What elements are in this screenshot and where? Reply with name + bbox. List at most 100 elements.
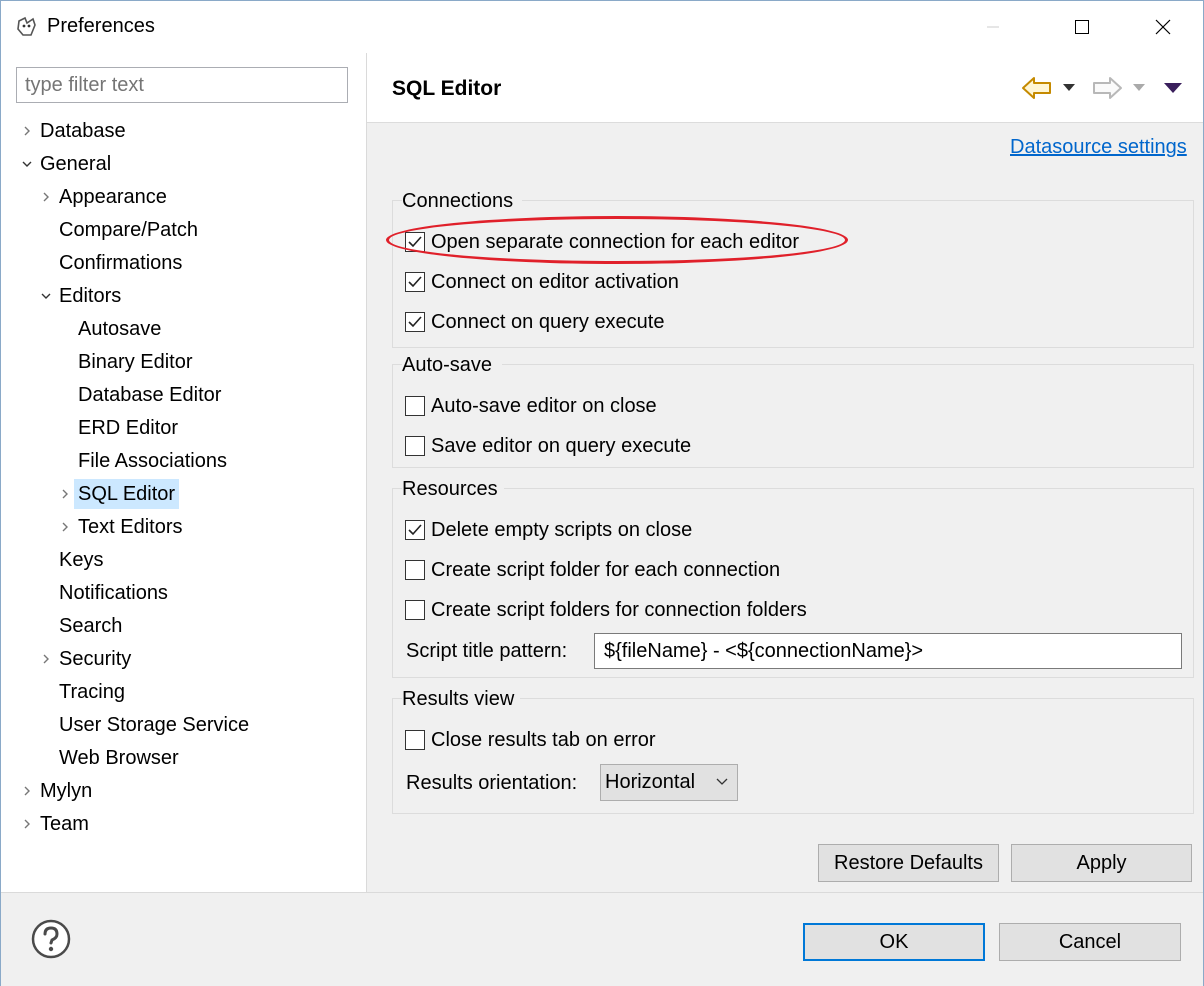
tree-item[interactable]: Search — [55, 611, 126, 641]
help-icon[interactable] — [31, 919, 71, 959]
chevron-right-icon[interactable] — [58, 512, 72, 542]
chevron-right-icon[interactable] — [39, 644, 53, 674]
checkbox-option[interactable]: Create script folder for each connection — [405, 555, 780, 585]
back-history-dropdown[interactable] — [1059, 71, 1079, 105]
tree-item-label: Editors — [59, 285, 122, 307]
close-button[interactable] — [1133, 1, 1193, 53]
tree-item-label: Appearance — [59, 186, 167, 208]
checkbox-option[interactable]: Connect on query execute — [405, 307, 665, 337]
tree-item[interactable]: ERD Editor — [74, 413, 182, 443]
results-view-group-title: Results view — [402, 688, 521, 711]
autosave-group-title: Auto-save — [402, 354, 499, 377]
tree-item[interactable]: Database Editor — [74, 380, 225, 410]
tree-item[interactable]: Web Browser — [55, 743, 183, 773]
tree-item-label: Security — [59, 648, 132, 670]
checkbox-option[interactable]: Create script folders for connection fol… — [405, 595, 807, 625]
chevron-right-icon[interactable] — [20, 776, 34, 806]
page-title: SQL Editor — [392, 77, 502, 100]
checkbox-option[interactable]: Save editor on query execute — [405, 431, 691, 461]
chevron-right-icon[interactable] — [20, 116, 34, 146]
tree-item[interactable]: Binary Editor — [74, 347, 197, 377]
checkbox-unchecked[interactable] — [405, 396, 425, 416]
minimize-icon — [987, 26, 999, 28]
tree-item-label: Database Editor — [78, 384, 222, 406]
cancel-button[interactable]: Cancel — [999, 923, 1181, 961]
chevron-down-icon — [716, 778, 728, 785]
checkbox-label: Create script folders for connection fol… — [431, 598, 807, 621]
tree-item[interactable]: Keys — [55, 545, 107, 575]
back-arrow-icon — [1022, 77, 1051, 99]
forward-button[interactable] — [1089, 71, 1125, 105]
tree-item-label: Text Editors — [78, 516, 183, 538]
ok-button[interactable]: OK — [803, 923, 985, 961]
checkbox-option[interactable]: Close results tab on error — [405, 725, 656, 755]
view-menu-button[interactable] — [1161, 71, 1185, 105]
maximize-button[interactable] — [1052, 1, 1112, 53]
tree-item-label: Database — [40, 120, 126, 142]
tree-item[interactable]: Confirmations — [55, 248, 186, 278]
tree-item[interactable]: Editors — [41, 281, 125, 311]
checkbox-option[interactable]: Connect on editor activation — [405, 267, 679, 297]
tree-item-label: SQL Editor — [74, 479, 180, 509]
tree-item[interactable]: Compare/Patch — [55, 215, 202, 245]
tree-item[interactable]: Notifications — [55, 578, 172, 608]
tree-item[interactable]: User Storage Service — [55, 710, 253, 740]
checkbox-label: Save editor on query execute — [431, 434, 692, 457]
checkbox-checked[interactable] — [405, 312, 425, 332]
minimize-button[interactable] — [963, 1, 1023, 53]
tree-item[interactable]: SQL Editor — [62, 479, 180, 509]
filter-input[interactable] — [16, 67, 348, 103]
tree-item[interactable]: Autosave — [74, 314, 165, 344]
tree-item[interactable]: File Associations — [74, 446, 231, 476]
tree-item[interactable]: General — [22, 149, 115, 179]
checkbox-checked[interactable] — [405, 272, 425, 292]
checkbox-unchecked[interactable] — [405, 436, 425, 456]
checkbox-option[interactable]: Delete empty scripts on close — [405, 515, 692, 545]
checkbox-checked[interactable] — [405, 520, 425, 540]
tree-item[interactable]: Tracing — [55, 677, 129, 707]
script-title-pattern-input[interactable] — [594, 633, 1182, 669]
checkbox-label: Connect on query execute — [431, 310, 665, 333]
tree-item-label: Search — [59, 615, 123, 637]
checkbox-option[interactable]: Auto-save editor on close — [405, 391, 657, 421]
title-bar: Preferences — [1, 1, 1203, 53]
cancel-label: Cancel — [1058, 930, 1122, 953]
view-menu-icon — [1164, 83, 1182, 93]
chevron-down-icon[interactable] — [20, 149, 34, 179]
checkbox-unchecked[interactable] — [405, 730, 425, 750]
restore-defaults-button[interactable]: Restore Defaults — [818, 844, 999, 882]
tree-item-label: ERD Editor — [78, 417, 179, 439]
tree-item[interactable]: Appearance — [43, 182, 171, 212]
datasource-settings-link[interactable]: Datasource settings — [1010, 136, 1187, 159]
chevron-right-icon[interactable] — [20, 809, 34, 839]
checkbox-label: Open separate connection for each editor — [431, 230, 800, 253]
tree-item-label: General — [40, 153, 112, 175]
tree-item-label: User Storage Service — [59, 714, 250, 736]
chevron-down-icon[interactable] — [39, 281, 53, 311]
tree-item-label: Mylyn — [40, 780, 93, 802]
tree-item[interactable]: Security — [43, 644, 135, 674]
forward-history-dropdown[interactable] — [1129, 71, 1149, 105]
apply-button[interactable]: Apply — [1011, 844, 1192, 882]
close-icon — [1155, 19, 1171, 35]
results-orientation-select[interactable]: Horizontal — [600, 764, 738, 801]
checkbox-unchecked[interactable] — [405, 600, 425, 620]
tree-item-label: Keys — [59, 549, 104, 571]
chevron-right-icon[interactable] — [39, 182, 53, 212]
restore-defaults-label: Restore Defaults — [834, 851, 983, 874]
maximize-icon — [1075, 20, 1089, 34]
chevron-down-icon — [1133, 84, 1145, 91]
tree-item[interactable]: Team — [24, 809, 93, 839]
checkbox-label: Auto-save editor on close — [431, 394, 657, 417]
checkbox-option[interactable]: Open separate connection for each editor — [405, 227, 799, 257]
tree-item-label: Compare/Patch — [59, 219, 198, 241]
checkbox-checked[interactable] — [405, 232, 425, 252]
tree-item[interactable]: Mylyn — [24, 776, 96, 806]
tree-item-label: Team — [40, 813, 89, 835]
tree-item[interactable]: Database — [24, 116, 130, 146]
chevron-right-icon[interactable] — [58, 479, 72, 509]
tree-item[interactable]: Text Editors — [62, 512, 186, 542]
page-header: SQL Editor — [367, 53, 1203, 123]
checkbox-unchecked[interactable] — [405, 560, 425, 580]
back-button[interactable] — [1019, 71, 1055, 105]
